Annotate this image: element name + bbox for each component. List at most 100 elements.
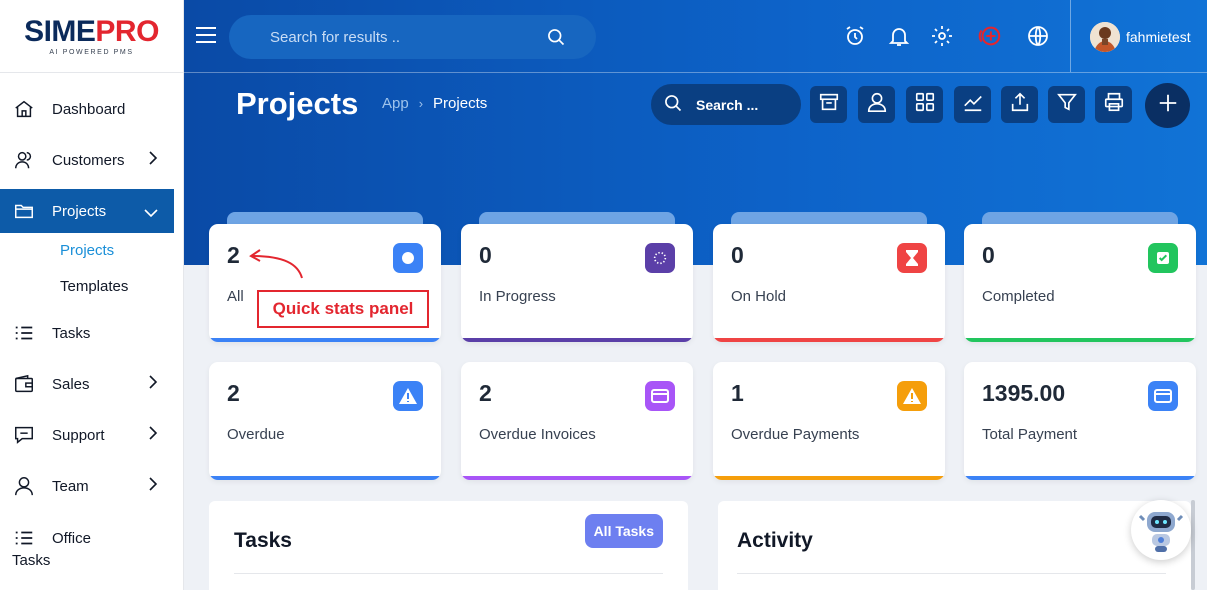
search-icon[interactable]: [546, 27, 566, 51]
chevron-right-icon: [148, 426, 158, 444]
print-button[interactable]: [1095, 86, 1132, 123]
stat-value: 2: [479, 380, 492, 406]
gear-icon[interactable]: [929, 23, 955, 49]
add-project-button[interactable]: [1145, 83, 1190, 128]
bell-icon[interactable]: [886, 23, 912, 49]
logo-text-part2: PRO: [95, 14, 159, 48]
sidebar-item-tasks[interactable]: Tasks: [0, 311, 174, 355]
breadcrumb: App › Projects: [382, 95, 487, 112]
user-icon: [866, 91, 888, 118]
stat-value: 1395.00: [982, 380, 1066, 406]
logo-text-part1: SIME: [24, 14, 96, 48]
globe-icon[interactable]: [1025, 23, 1051, 49]
stat-value: 2: [227, 380, 240, 406]
grid-icon: [914, 91, 936, 118]
wallet-icon: [12, 372, 36, 396]
user-divider: [1070, 0, 1071, 72]
users-icon: [12, 148, 36, 172]
search-placeholder: Search ...: [696, 96, 759, 113]
stat-card-in-progress[interactable]: 0 In Progress: [461, 224, 693, 342]
scrollbar[interactable]: [1191, 500, 1195, 590]
filter-icon: [1056, 91, 1078, 118]
archive-button[interactable]: [810, 86, 847, 123]
card-accent-bar: [964, 476, 1196, 480]
stat-label: Overdue: [227, 426, 285, 443]
page-title: Projects: [236, 86, 359, 121]
sidebar-subitem-templates[interactable]: Templates: [60, 278, 128, 295]
chevron-down-icon: [144, 205, 158, 222]
stat-value: 0: [731, 242, 744, 268]
add-circle-icon[interactable]: [976, 23, 1002, 49]
card-icon: [645, 381, 675, 411]
hourglass-icon: [897, 243, 927, 273]
breadcrumb-app[interactable]: App: [382, 95, 409, 112]
globe-icon: [393, 243, 423, 273]
grid-view-button[interactable]: [906, 86, 943, 123]
sidebar-item-office-tasks[interactable]: Office Tasks: [0, 526, 174, 570]
card-accent-bar: [209, 338, 441, 342]
stat-label: All: [227, 288, 244, 305]
chat-icon: [12, 423, 36, 447]
stat-label: Overdue Invoices: [479, 426, 596, 443]
panel-title: Activity: [737, 529, 813, 552]
sidebar-item-team[interactable]: Team: [0, 464, 174, 508]
sidebar-item-projects[interactable]: Projects: [0, 189, 174, 233]
divider: [737, 573, 1166, 574]
chatbot-icon[interactable]: [1131, 500, 1191, 560]
activity-panel: Activity: [718, 501, 1191, 590]
menu-toggle-icon[interactable]: [195, 25, 217, 50]
sidebar-item-label: Sales: [52, 375, 90, 393]
sidebar-item-customers[interactable]: Customers: [0, 138, 174, 182]
stat-value: 2: [227, 242, 240, 268]
chevron-right-icon: [148, 151, 158, 169]
folder-icon: [12, 199, 36, 223]
stat-card-total-payment[interactable]: 1395.00 Total Payment: [964, 362, 1196, 480]
stat-label: In Progress: [479, 288, 556, 305]
stat-label: On Hold: [731, 288, 787, 305]
avatar[interactable]: [1090, 22, 1120, 52]
check-icon: [1148, 243, 1178, 273]
stat-card-overdue[interactable]: 2 Overdue: [209, 362, 441, 480]
sidebar-item-support[interactable]: Support: [0, 413, 174, 457]
card-accent-bar: [461, 476, 693, 480]
chart-button[interactable]: [954, 86, 991, 123]
chevron-right-icon: [148, 477, 158, 495]
warning-icon: [897, 381, 927, 411]
sidebar-subitem-projects[interactable]: Projects: [60, 242, 114, 259]
panel-title: Tasks: [234, 529, 292, 552]
sidebar-item-label: Tasks: [52, 324, 91, 342]
global-search-input[interactable]: Search for results ..: [229, 15, 596, 59]
trend-chart-icon: [962, 91, 984, 118]
stat-value: 0: [982, 242, 995, 268]
user-filter-button[interactable]: [858, 86, 895, 123]
stat-label: Overdue Payments: [731, 426, 860, 443]
stat-label: Total Payment: [982, 426, 1078, 443]
printer-icon: [1103, 91, 1125, 118]
sidebar-item-label: Team: [52, 477, 89, 495]
warning-icon: [393, 381, 423, 411]
sidebar-item-dashboard[interactable]: Dashboard: [0, 87, 174, 131]
sidebar: SIMEPRO AI POWERED PMS Dashboard Custome…: [0, 0, 184, 590]
card-accent-bar: [964, 338, 1196, 342]
sidebar-item-label: Dashboard: [52, 100, 126, 118]
header-divider: [184, 72, 1207, 73]
stat-label: Completed: [982, 288, 1055, 305]
username[interactable]: fahmietest: [1126, 29, 1191, 45]
card-icon: [1148, 381, 1178, 411]
divider: [234, 573, 663, 574]
annotation-arrow-icon: [248, 246, 308, 287]
sidebar-item-sales[interactable]: Sales: [0, 362, 174, 406]
stat-card-completed[interactable]: 0 Completed: [964, 224, 1196, 342]
card-accent-bar: [461, 338, 693, 342]
stat-card-overdue-payments[interactable]: 1 Overdue Payments: [713, 362, 945, 480]
home-icon: [12, 97, 36, 121]
filter-button[interactable]: [1048, 86, 1085, 123]
logo[interactable]: SIMEPRO AI POWERED PMS: [0, 0, 183, 73]
alarm-clock-icon[interactable]: [842, 23, 868, 49]
export-button[interactable]: [1001, 86, 1038, 123]
all-tasks-button[interactable]: All Tasks: [584, 514, 663, 548]
stat-card-on-hold[interactable]: 0 On Hold: [713, 224, 945, 342]
card-accent-bar: [713, 338, 945, 342]
stat-card-overdue-invoices[interactable]: 2 Overdue Invoices: [461, 362, 693, 480]
project-search-input[interactable]: Search ...: [651, 84, 801, 125]
